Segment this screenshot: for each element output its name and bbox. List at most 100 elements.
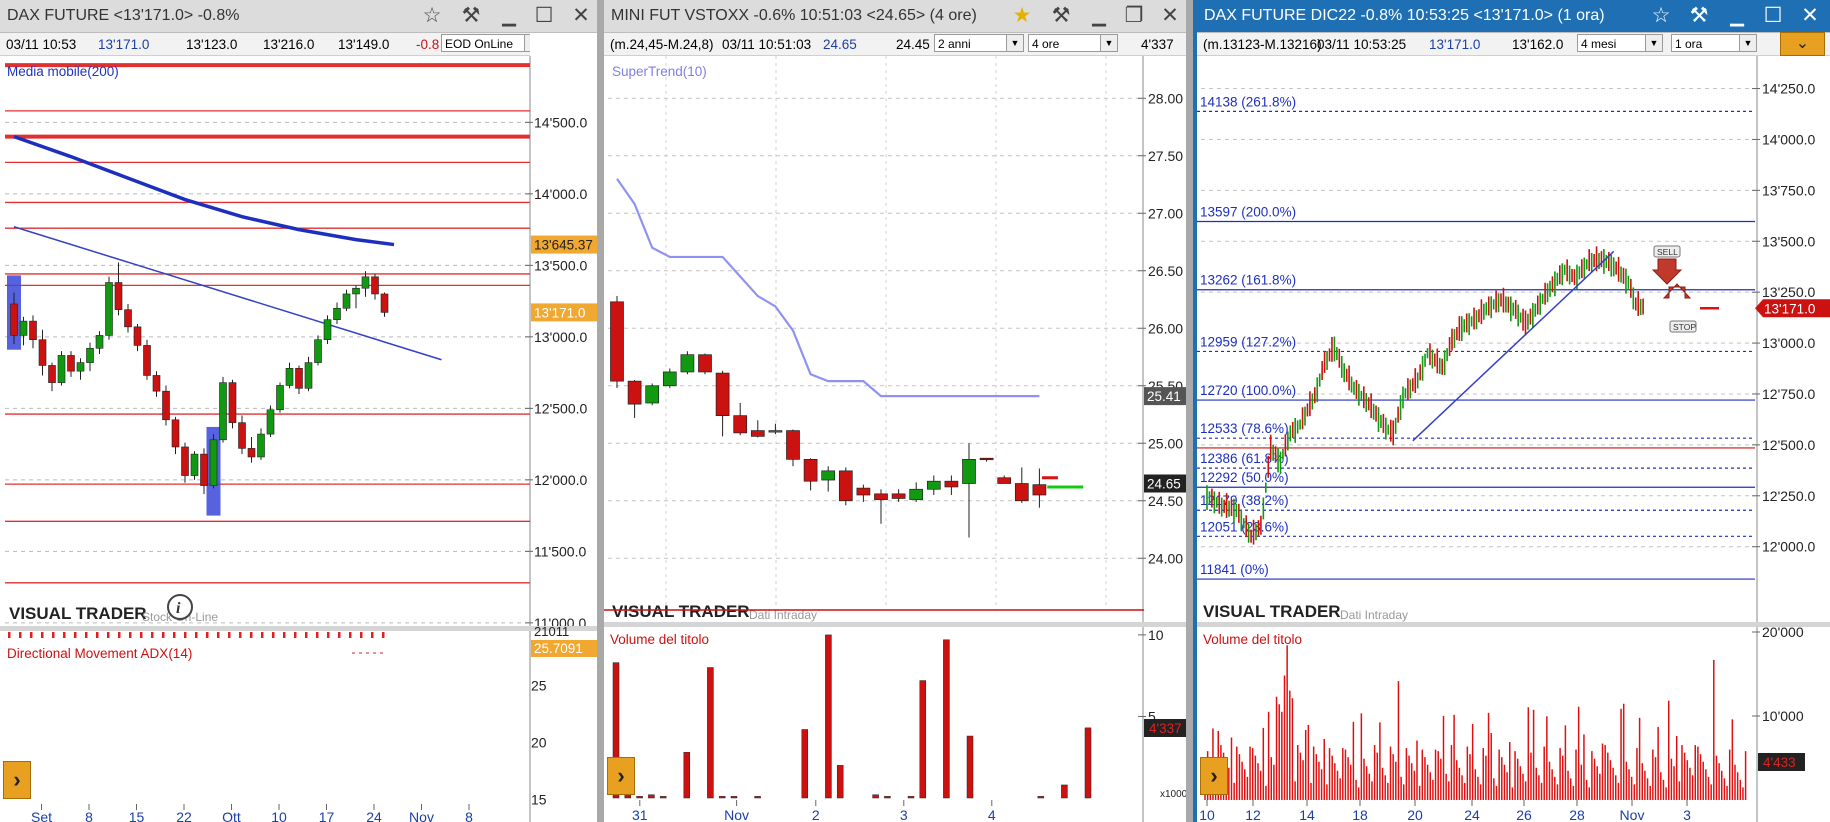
candle-body [891,493,906,499]
play-icon[interactable]: › [1200,757,1228,795]
candle-body [124,309,132,328]
candle-body [238,422,246,449]
adx-tick-mark [140,632,143,638]
last-price-label: 13'171.0 [1764,301,1815,316]
volume-y-tick-label: 10 [1148,627,1164,643]
chart-dax-hourly[interactable]: 12'000.0 12'250.0 12'500.0 12'750.0 13'000.0… [1197,0,1830,822]
x-tick-label: 12 [1245,807,1261,822]
volume-y-tick-label: 20'000 [1762,624,1804,640]
sell-signal-label: SELL [1657,247,1678,257]
volume-bar [1084,727,1092,799]
volume-bar [836,765,844,799]
chart-vstoxx[interactable]: 24.0024.5025.0025.5026.0026.5027.0027.50… [604,0,1186,822]
candle-body [57,355,66,383]
candle-body [662,371,677,387]
y-tick-label: 12'250.0 [1762,488,1815,504]
candle-body [786,430,800,460]
adx-strip-value: 21011 [534,624,569,639]
trend-line [1412,250,1615,442]
chart-dax-daily[interactable]: 11'000.011'500.012'000.012'500.013'000.0… [0,0,597,822]
candle-body [219,382,227,441]
candle-body [19,320,28,336]
candle-body [190,453,199,476]
volume-bar [1037,796,1045,799]
lower-indicator-label: Volume del titolo [1203,632,1302,647]
adx-tick-mark [41,632,44,638]
candle-body [200,453,208,486]
watermark: VISUAL TRADER [9,604,147,623]
volume-value-label: 4'337 [1149,721,1182,736]
y-tick-label: 12'500.0 [1762,437,1815,453]
candle-body [247,448,256,458]
price-axis-area [530,33,597,822]
candle-body [926,480,941,490]
x-tick-label: 31 [632,807,648,822]
fibonacci-level-label: 14138 (261.8%) [1200,94,1296,109]
pane-separator [1197,622,1830,627]
adx-tick-mark [129,632,132,638]
y-tick-label: 27.50 [1148,148,1183,164]
adx-tick-mark [228,632,231,638]
watermark-sub: Dati Intraday [1340,608,1408,622]
x-tick-label: 20 [1407,807,1423,822]
supertrend-line [616,178,1040,398]
candle-body [750,430,765,437]
y-tick-label: 26.50 [1148,263,1183,279]
y-tick-label: 12'750.0 [1762,386,1815,402]
candle-body [114,282,123,310]
candle-body [874,493,888,500]
candle-body [266,409,275,435]
x-tick-label: 15 [129,809,145,822]
lower-indicator-label: Directional Movement ADX(14) [7,646,192,661]
volume-bar [707,667,714,799]
candle-body [133,326,142,346]
candle-body [333,307,341,320]
panel-vstoxx: MINI FUT VSTOXX -0.6% 10:51:03 <24.65> (… [604,0,1186,822]
candle-body [997,477,1012,484]
candle-body [856,487,871,496]
candle-body [627,380,642,405]
volume-bar [966,735,974,799]
candle-body [838,470,853,502]
candle-body [95,335,104,349]
play-icon[interactable]: › [607,757,635,795]
candle-body [29,320,37,341]
candle-body [67,355,75,372]
x-tick-label: Nov [409,809,434,822]
y-tick-label: 12'500.0 [534,400,587,416]
candle-body [768,430,783,433]
candle-body [680,354,695,373]
candle-body [733,415,748,434]
adx-tick-mark [173,632,176,638]
candle-body [171,419,180,448]
panel-splitter[interactable] [1186,0,1193,822]
candle-body [86,347,94,363]
y-tick-label: 25.00 [1148,435,1183,451]
volume-bar [659,796,667,799]
x-tick-label: Nov [1620,807,1645,822]
volume-bar [801,729,809,799]
panel-splitter[interactable] [597,0,604,822]
y-tick-label: 26.00 [1148,320,1183,336]
candle-body [162,390,170,421]
adx-tick-mark [283,632,286,638]
play-icon[interactable]: › [3,761,31,799]
indicator-label: Media mobile(200) [7,64,119,79]
candle-body [715,372,730,417]
candle-body [143,345,151,376]
fibonacci-level-label: 12533 (78.6%) [1200,421,1289,436]
x-tick-label: 28 [1569,807,1585,822]
x-tick-label: 14 [1299,807,1315,822]
candle-body [295,368,303,389]
x-tick-label: 18 [1352,807,1368,822]
candle-body [821,470,836,481]
adx-tick-mark [272,632,275,638]
fibonacci-level-label: 13597 (200.0%) [1200,205,1296,220]
candle-body [352,287,360,295]
adx-tick-mark [371,632,374,638]
fibonacci-level-label: 12179 (38.2%) [1200,493,1289,508]
volume-y-tick-label: 10'000 [1762,708,1804,724]
y-tick-label: 13'750.0 [1762,182,1815,198]
adx-tick-mark [96,632,99,638]
y-tick-label: 14'500.0 [534,114,587,130]
